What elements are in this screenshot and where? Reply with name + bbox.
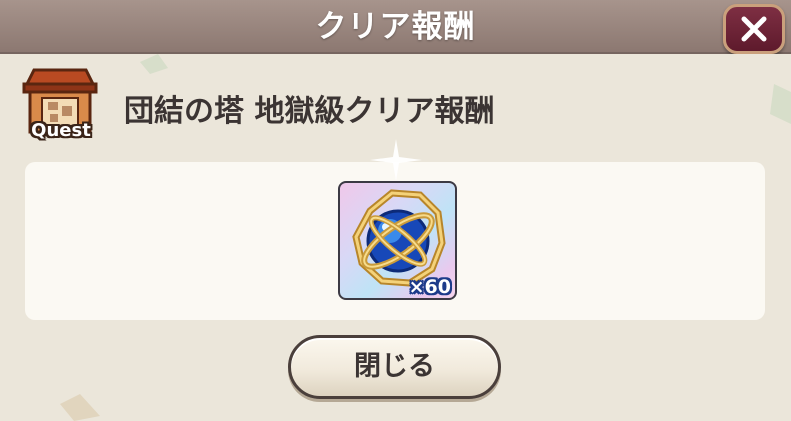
quest-title: 団結の塔 地獄級クリア報酬 xyxy=(124,94,495,129)
sparkle-icon xyxy=(370,139,422,181)
close-button[interactable] xyxy=(723,4,785,54)
reward-quantity: ×60 xyxy=(408,276,451,298)
dialog-header: クリア報酬 xyxy=(0,0,791,54)
decorative-shard xyxy=(770,84,791,124)
decorative-shard xyxy=(60,394,100,421)
quest-icon-label: Quest xyxy=(31,120,91,141)
close-dialog-button[interactable]: 閉じる xyxy=(288,335,501,399)
decorative-shard xyxy=(140,54,168,74)
dialog-title: クリア報酬 xyxy=(315,9,476,45)
reward-item-card[interactable]: ×60 xyxy=(338,181,457,300)
close-x-icon xyxy=(741,16,767,42)
